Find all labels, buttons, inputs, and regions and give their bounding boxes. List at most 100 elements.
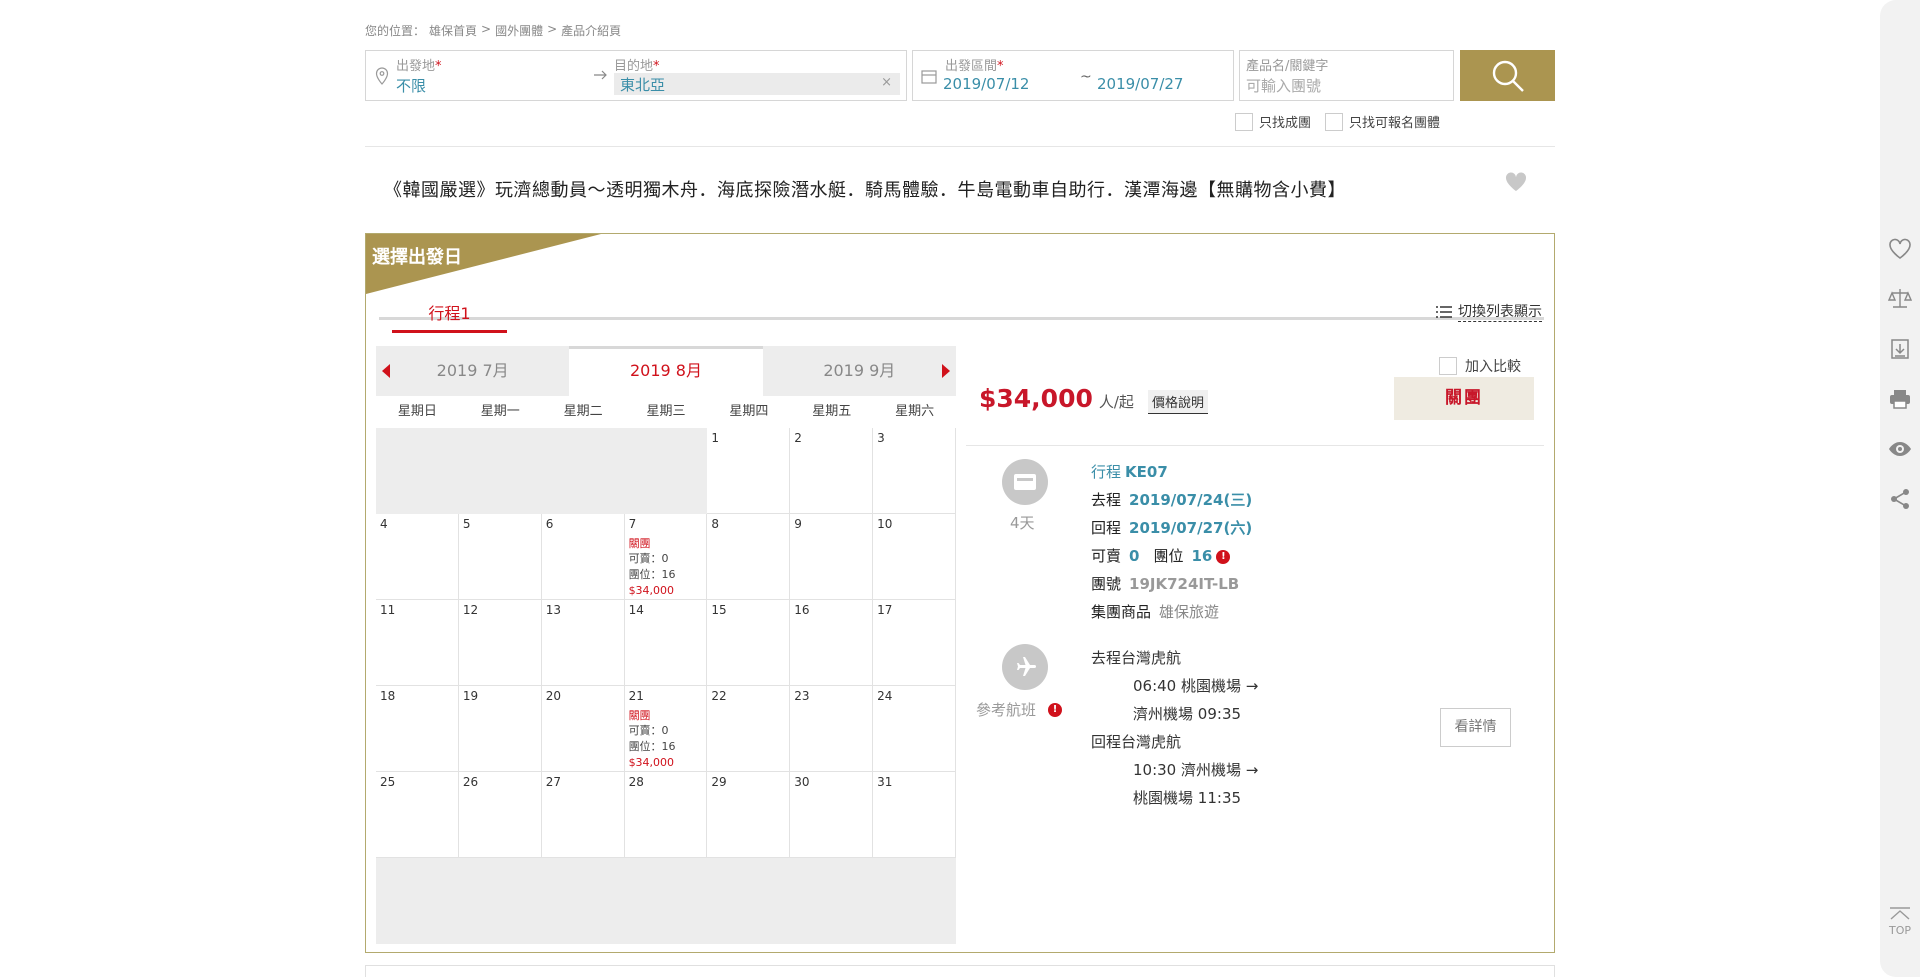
month-tab[interactable]: 2019 7月 [376, 346, 569, 396]
calendar-day[interactable]: 26 [458, 772, 542, 858]
day-number: 27 [545, 775, 561, 789]
calendar-day[interactable]: 30 [790, 772, 874, 858]
calendar-day[interactable]: 17 [873, 600, 956, 686]
month-tab[interactable]: 2019 9月 [763, 346, 956, 396]
calendar-day[interactable]: 15 [707, 600, 791, 686]
back-to-top-button[interactable]: TOP [1886, 907, 1914, 937]
calendar-day[interactable]: 4 [376, 514, 459, 600]
calendar-day[interactable]: 16 [790, 600, 874, 686]
day-number: 29 [711, 775, 727, 789]
favorite-heart-icon[interactable] [1505, 172, 1527, 192]
calendar-day[interactable]: 7 關團 可賣：0 團位：16 $34,000 [624, 514, 708, 600]
calendar-day[interactable]: 18 [376, 686, 459, 772]
arrow-right-icon [594, 70, 607, 80]
calendar-day[interactable]: 6 [541, 514, 625, 600]
heart-icon[interactable] [1888, 237, 1912, 261]
filter-available-only[interactable]: 只找可報名團體 [1325, 112, 1440, 131]
clear-destination-button[interactable]: × [881, 75, 892, 90]
view-detail-button[interactable]: 看詳情 [1440, 708, 1511, 747]
group-no-label: 團號 [1091, 575, 1122, 593]
breadcrumb-current: 產品介紹頁 [561, 24, 622, 38]
flight-circle [1002, 644, 1048, 690]
keyword-input[interactable]: 可輸入團號 [1246, 75, 1321, 96]
warning-icon[interactable]: ! [1216, 549, 1231, 564]
checkbox[interactable] [1325, 112, 1344, 131]
checkbox[interactable] [1235, 112, 1253, 131]
calendar-day[interactable]: 21 關團 可賣：0 團位：16 $34,000 [624, 686, 708, 772]
calendar-day[interactable]: 14 [624, 600, 708, 686]
breadcrumb-section[interactable]: 國外團體 [495, 22, 543, 39]
calendar-day[interactable]: 27 [541, 772, 625, 858]
ribbon: 選擇出發日 [366, 234, 601, 294]
search-bar: 出發地* 不限 目的地* 東北亞 × 出發區間* 2019/07/12 ~ 20… [365, 50, 1555, 101]
add-compare[interactable]: 加入比較 [1439, 356, 1521, 376]
calendar-day[interactable]: 19 [458, 686, 542, 772]
day-number: 21 [628, 689, 644, 703]
calendar-day[interactable]: 20 [541, 686, 625, 772]
calendar-day[interactable]: 25 [376, 772, 459, 858]
required-mark: * [997, 59, 1004, 74]
keyword-field[interactable]: 產品名/關鍵字 可輸入團號 [1239, 50, 1454, 101]
list-view-toggle[interactable]: 切換列表顯示 [1436, 301, 1542, 322]
checkbox[interactable] [1439, 357, 1457, 375]
outbound-airline: 台灣虎航 [1121, 649, 1182, 667]
top-label: TOP [1888, 924, 1911, 937]
calendar-day[interactable]: 5 [458, 514, 542, 600]
sellable-value: 0 [1129, 547, 1140, 565]
calendar-day[interactable]: 11 [376, 600, 459, 686]
departure-panel: 選擇出發日 行程1 切換列表顯示 2019 7月 2019 8月 2019 9月… [365, 233, 1555, 953]
search-button[interactable] [1460, 50, 1555, 101]
calendar-grid: 1 2 3 4 5 6 7 關團 可賣：0 團位：16 $34,000 8 9 10 11 12 13 14 15 1… [376, 428, 956, 858]
weekday: 星期三 [646, 404, 686, 419]
day-number: 5 [462, 517, 471, 531]
inbound-arr-airport: 桃園機場 [1133, 789, 1194, 807]
next-month-arrow-icon[interactable] [942, 364, 950, 378]
seats-label: 團位 [1153, 547, 1184, 565]
warning-icon[interactable]: ! [1048, 702, 1063, 717]
calendar-day[interactable]: 9 [790, 514, 874, 600]
prev-month-arrow-icon[interactable] [382, 364, 390, 378]
compare-scale-icon[interactable] [1888, 286, 1912, 310]
calendar-day[interactable]: 12 [458, 600, 542, 686]
filter-confirmed-only[interactable]: 只找成團 [1235, 112, 1311, 131]
calendar-day[interactable]: 23 [790, 686, 874, 772]
date-separator: ~ [1080, 69, 1092, 85]
calendar-day[interactable]: 24 [873, 686, 956, 772]
calendar-day[interactable]: 28 [624, 772, 708, 858]
day-status: 關團 [628, 709, 651, 722]
price-explain-link[interactable]: 價格說明 [1147, 390, 1208, 414]
calendar-day[interactable]: 13 [541, 600, 625, 686]
day-number: 23 [794, 689, 810, 703]
breadcrumb: 您的位置： 雄保首頁 > 國外團體 > 產品介紹頁 [365, 22, 621, 39]
list-icon [1436, 305, 1452, 318]
day-number: 7 [628, 517, 637, 531]
day-number: 13 [545, 603, 561, 617]
search-filters: 只找成團 只找可報名團體 [1235, 112, 1440, 131]
calendar-day[interactable]: 22 [707, 686, 791, 772]
share-icon[interactable] [1888, 487, 1912, 511]
calendar-day[interactable]: 31 [873, 772, 956, 858]
calendar-day[interactable]: 2 [790, 428, 874, 514]
day-number: 6 [545, 517, 554, 531]
calendar-empty-cell [624, 428, 708, 514]
weekday: 星期一 [480, 404, 520, 419]
calendar-day[interactable]: 8 [707, 514, 791, 600]
destination-input[interactable]: 東北亞 × [614, 73, 900, 95]
tab-itinerary-1[interactable]: 行程1 [392, 300, 507, 333]
download-icon[interactable] [1888, 337, 1912, 361]
month-tab-active[interactable]: 2019 8月 [569, 346, 763, 396]
origin-input[interactable]: 不限 [396, 75, 426, 96]
calendar-day[interactable]: 10 [873, 514, 956, 600]
date-from-input[interactable]: 2019/07/12 [943, 75, 1029, 93]
breadcrumb-prefix: 您的位置： [365, 24, 426, 38]
calendar-day[interactable]: 29 [707, 772, 791, 858]
calendar-day[interactable]: 1 [707, 428, 791, 514]
eye-icon[interactable] [1888, 437, 1912, 461]
breadcrumb-home[interactable]: 雄保首頁 [429, 22, 477, 39]
calendar-day[interactable]: 3 [873, 428, 956, 514]
print-icon[interactable] [1888, 387, 1912, 411]
flight-ref-label: 參考航班 [976, 701, 1037, 719]
origin-label: 出發地 [396, 59, 436, 74]
date-to-input[interactable]: 2019/07/27 [1097, 75, 1183, 93]
day-number: 18 [380, 689, 396, 703]
